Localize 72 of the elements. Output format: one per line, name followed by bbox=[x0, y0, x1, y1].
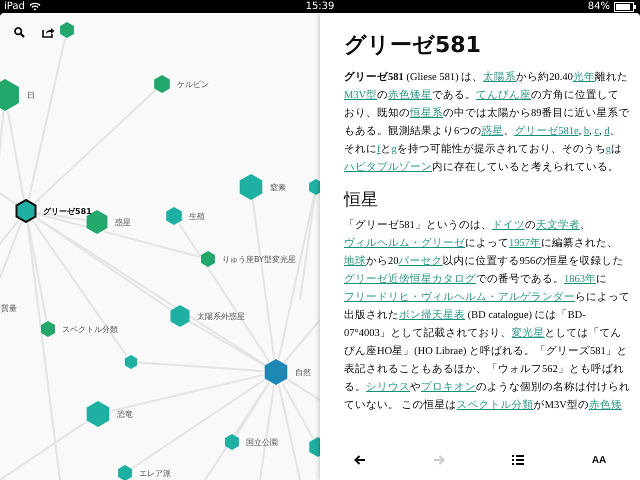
article-link[interactable]: 1863年 bbox=[564, 274, 596, 285]
graph-node[interactable] bbox=[118, 465, 132, 480]
article-link[interactable]: 天文学者 bbox=[536, 220, 580, 231]
right-arrow-icon bbox=[433, 455, 446, 465]
node-label: 窒素 bbox=[270, 183, 286, 192]
node-label: 生殖 bbox=[189, 212, 205, 221]
article-title: グリーゼ581 bbox=[344, 32, 482, 60]
article-link[interactable]: シリウス bbox=[366, 382, 410, 393]
section-heading: 恒星 bbox=[344, 189, 379, 211]
graph-node[interactable] bbox=[86, 401, 110, 427]
article-link[interactable]: 1957年 bbox=[509, 238, 541, 249]
graph-node[interactable] bbox=[225, 434, 239, 450]
article-link[interactable]: グリーゼ近傍恒星カタログ bbox=[344, 274, 476, 285]
clock-time: 15:39 bbox=[306, 1, 334, 12]
list-icon bbox=[512, 455, 524, 465]
node-label: 国立公園 bbox=[246, 438, 278, 447]
article-link[interactable]: 光年 bbox=[572, 72, 595, 83]
article-paragraph: グリーゼ581 (Gliese 581) は、太陽系から約20.40光年離れた M3V型の赤色矮星である。てんびん座の方角に位置しており、既知の恒星系の中では太陽から89番目に近い星系でもある。観測結果より6つの惑星、グリーゼ581e, b, c, d、それにfと gを持つ可能性が提示されており、そのうちgは ハビタブルゾーン内に存在していると考えられている。 bbox=[344, 70, 630, 175]
article-link[interactable]: スペクトル分類 bbox=[456, 400, 534, 411]
font-size-button[interactable]: AA bbox=[584, 448, 614, 472]
node-label: りゅう座BY型変光星 bbox=[222, 255, 296, 264]
share-icon[interactable] bbox=[42, 27, 55, 38]
article-link[interactable]: 太陽系 bbox=[483, 72, 516, 83]
article-link[interactable]: ヴィルヘルム・グリーゼ bbox=[344, 238, 465, 249]
article-link[interactable]: c bbox=[594, 126, 600, 137]
graph-node[interactable] bbox=[124, 355, 138, 369]
graph-node[interactable] bbox=[16, 198, 36, 224]
article-link[interactable]: 恒星系 bbox=[410, 108, 443, 119]
graph-node[interactable] bbox=[41, 321, 55, 337]
graph-node[interactable] bbox=[201, 251, 215, 267]
graph-node[interactable] bbox=[240, 174, 262, 200]
article-link[interactable]: ドイツ bbox=[492, 220, 525, 231]
node-label: 自然 bbox=[295, 368, 311, 377]
device-name: iPad bbox=[4, 1, 25, 12]
article-link[interactable]: ボン掃天星表 bbox=[399, 310, 465, 321]
node-label: 日 bbox=[27, 91, 35, 100]
node-label: スペクトル分類 bbox=[62, 325, 118, 334]
graph-node[interactable] bbox=[170, 305, 190, 327]
article-link[interactable]: b bbox=[584, 126, 590, 137]
article-link[interactable]: グリーゼ581e bbox=[514, 126, 579, 137]
node-label: グリーゼ581 bbox=[43, 207, 92, 216]
article-link[interactable]: ハビタブルゾーン bbox=[344, 162, 432, 173]
article-link[interactable]: g bbox=[392, 144, 397, 155]
wifi-icon bbox=[28, 2, 41, 11]
node-label: エレア派 bbox=[139, 469, 171, 478]
node-label: 太陽系外惑星 bbox=[197, 312, 245, 321]
article-link[interactable]: パーセク bbox=[398, 256, 442, 267]
article-link[interactable]: フリードリヒ・ヴィルヘルム・アルゲランダー bbox=[344, 292, 575, 303]
article-link[interactable]: 惑星 bbox=[481, 126, 504, 137]
left-arrow-icon bbox=[354, 455, 366, 465]
node-label: 惑星 bbox=[115, 218, 131, 227]
battery-percent: 84% bbox=[588, 1, 610, 12]
article-link[interactable]: 地球 bbox=[344, 256, 366, 267]
graph-node[interactable] bbox=[166, 207, 182, 225]
graph-node[interactable] bbox=[0, 79, 19, 111]
node-label: 質量 bbox=[1, 304, 17, 313]
graph-node[interactable] bbox=[60, 22, 74, 38]
article-link[interactable]: 変光星 bbox=[512, 328, 545, 339]
graph-node[interactable] bbox=[264, 359, 288, 385]
article-link[interactable]: てんびん座 bbox=[476, 90, 532, 101]
article-paragraph: 「グリーゼ581」というのは、ドイツの天文学者、 ヴィルヘルム・グリーゼによって 1957年に編纂された、 地球から20パーセク 以内に位置する956の恒星を収録した グリーゼ近傍恒星カタログでの番号である。1863年に フリードリヒ・ヴィルヘルム・アルゲランダー らによって出版されたボン掃天星表 (BD catalogue) には「BD-07°4003」として記載されており、変光星 としては「てんびん座HO星」(HO Librae) と呼ばれる。「グリーズ581」と表記されることもあるほか、「ウォルフ562」とも呼ばれる。シリウスやプロキオンのような個別の名称は付けられていない。 この恒星は スペクトル分類がM3V型の赤色矮 bbox=[344, 218, 630, 413]
article-link[interactable]: g bbox=[606, 144, 611, 155]
article-link[interactable]: 赤色矮星 bbox=[388, 90, 432, 101]
article-link[interactable]: 赤色矮 bbox=[588, 400, 622, 411]
node-label: ケルビン bbox=[177, 80, 209, 89]
search-icon[interactable] bbox=[14, 27, 25, 38]
article-link[interactable]: プロキオン bbox=[421, 382, 476, 393]
node-label: 恐竜 bbox=[117, 410, 133, 419]
article-link[interactable]: f bbox=[377, 144, 380, 155]
article-link[interactable]: d bbox=[604, 126, 610, 137]
article-link[interactable]: M3V型 bbox=[344, 90, 378, 101]
graph-node[interactable] bbox=[154, 75, 170, 93]
